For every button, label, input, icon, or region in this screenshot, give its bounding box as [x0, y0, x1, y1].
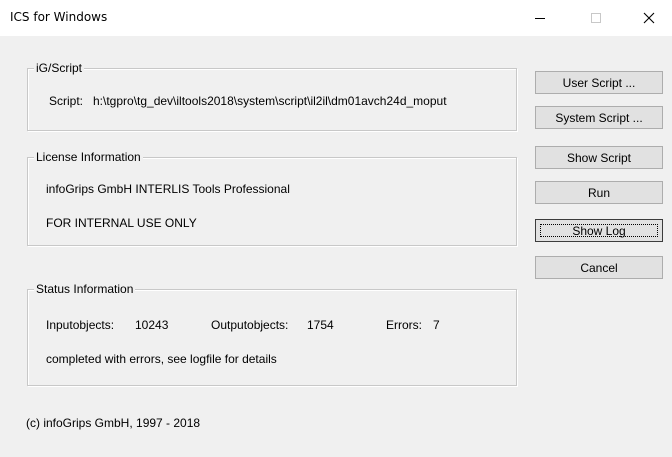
- license-product: infoGrips GmbH INTERLIS Tools Profession…: [46, 182, 290, 196]
- show-script-label: Show Script: [566, 150, 632, 165]
- close-icon: [643, 12, 655, 24]
- window-title: ICS for Windows: [10, 10, 108, 24]
- show-log-button[interactable]: Show Log: [535, 219, 663, 242]
- minimize-button[interactable]: [517, 0, 563, 36]
- copyright-text: (c) infoGrips GmbH, 1997 - 2018: [26, 416, 201, 430]
- minimize-icon: [535, 18, 545, 19]
- license-notice: FOR INTERNAL USE ONLY: [46, 216, 197, 230]
- script-path: h:\tgpro\tg_dev\iltools2018\system\scrip…: [93, 94, 447, 108]
- cancel-button[interactable]: Cancel: [535, 256, 663, 279]
- system-script-button[interactable]: System Script ...: [535, 106, 663, 129]
- title-bar: ICS for Windows: [0, 0, 672, 36]
- status-group-title: Status Information: [34, 282, 136, 296]
- license-group-title: License Information: [34, 150, 143, 164]
- status-message: completed with errors, see logfile for d…: [46, 352, 277, 366]
- inputobjects-label: Inputobjects:: [46, 318, 115, 332]
- script-group-title: iG/Script: [34, 61, 85, 75]
- show-log-label: Show Log: [572, 223, 626, 238]
- inputobjects-value: 10243: [135, 318, 169, 332]
- maximize-button: [573, 0, 619, 36]
- outputobjects-value: 1754: [307, 318, 334, 332]
- close-button[interactable]: [626, 0, 672, 36]
- system-script-label: System Script ...: [555, 110, 643, 125]
- license-group: License Information: [27, 150, 517, 246]
- script-label: Script:: [49, 94, 84, 108]
- user-script-label: User Script ...: [562, 75, 636, 90]
- maximize-icon: [591, 13, 601, 23]
- errors-label: Errors:: [386, 318, 422, 332]
- show-script-button[interactable]: Show Script: [535, 146, 663, 169]
- cancel-label: Cancel: [580, 260, 618, 275]
- errors-value: 7: [433, 318, 440, 332]
- run-label: Run: [587, 185, 610, 200]
- status-group: Status Information: [27, 282, 517, 386]
- outputobjects-label: Outputobjects:: [211, 318, 289, 332]
- user-script-button[interactable]: User Script ...: [535, 71, 663, 94]
- run-button[interactable]: Run: [535, 181, 663, 204]
